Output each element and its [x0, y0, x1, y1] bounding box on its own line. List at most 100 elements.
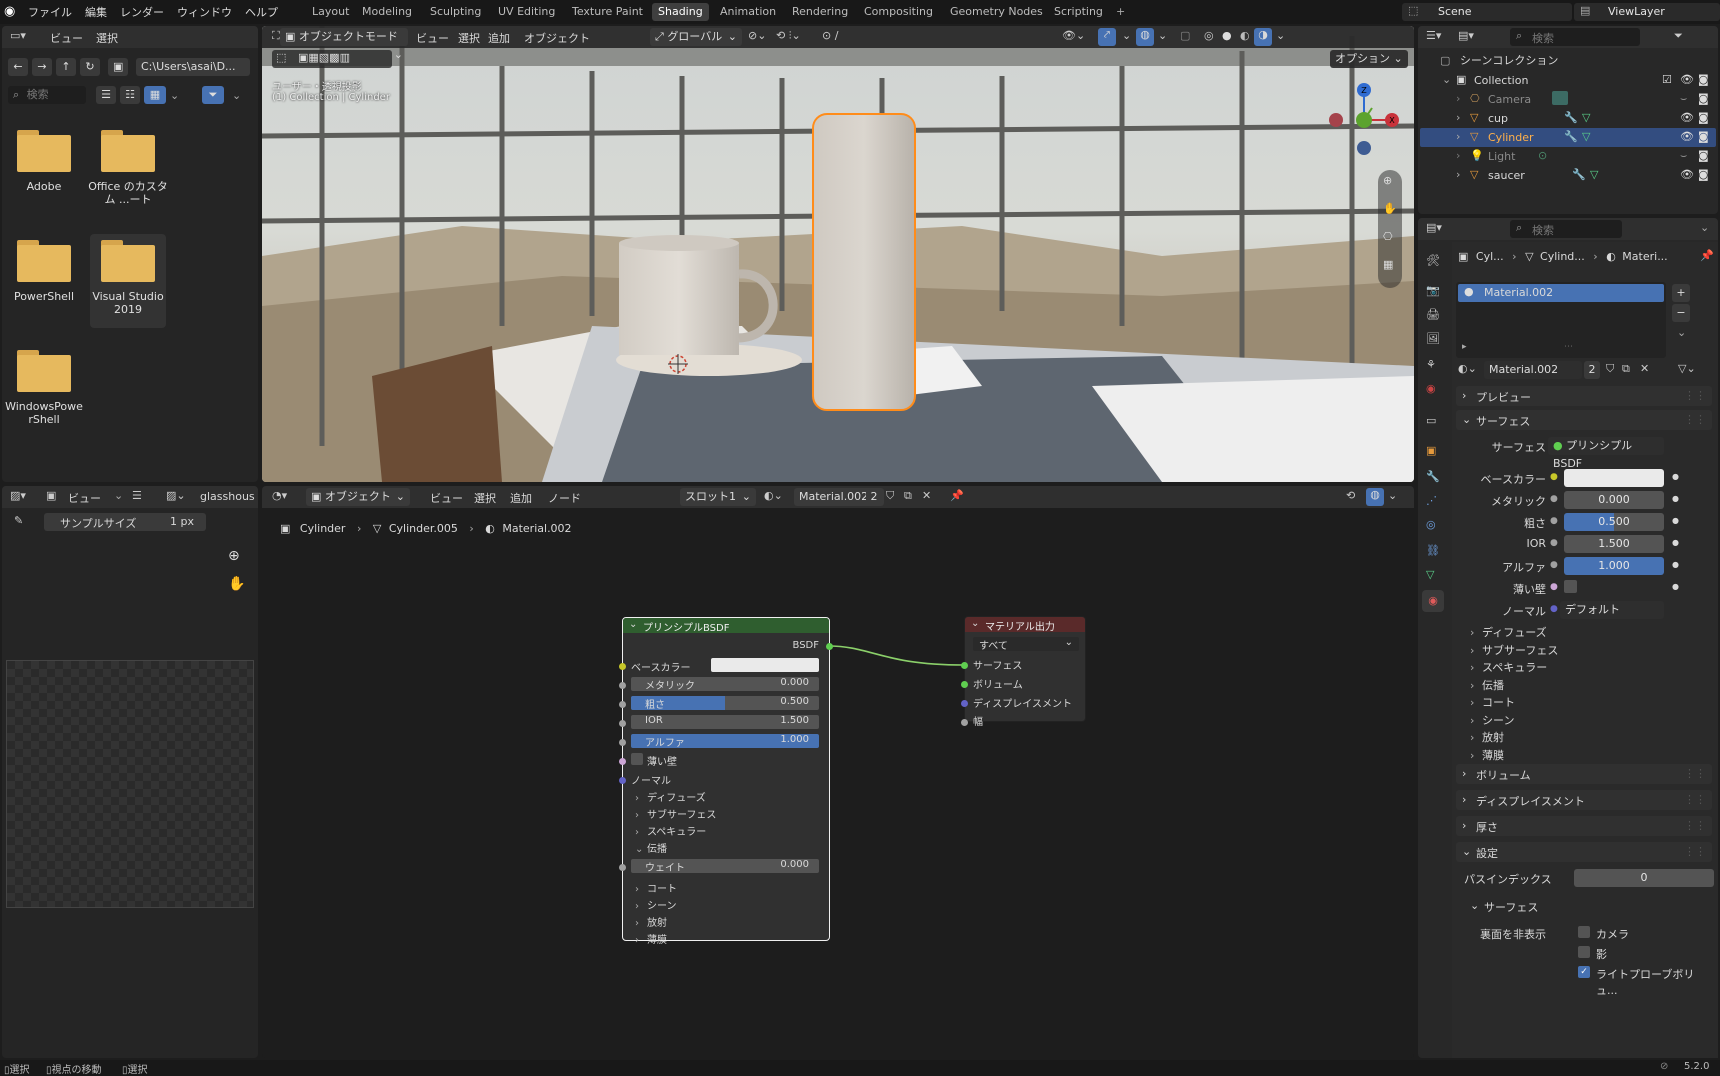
roughness-field[interactable]: 粗さ 0.500 [631, 696, 819, 710]
menu-file[interactable]: ファイル [28, 4, 72, 20]
checkbox-icon[interactable]: ☑ [1662, 73, 1672, 86]
eye-icon[interactable]: 👁 [1680, 111, 1694, 124]
menu-render[interactable]: レンダー [120, 4, 164, 20]
subpanel-diffuse[interactable]: › ディフューズ [1470, 624, 1700, 642]
mode-dropdown[interactable]: ▣ オブジェクトモード ⌄ [280, 28, 408, 61]
tab-sculpting[interactable]: Sculpting [424, 3, 487, 21]
drag-grip-icon[interactable]: ⋮⋮ [1684, 793, 1706, 806]
settings-surface-subpanel[interactable]: ⌄ サーフェス [1470, 896, 1710, 916]
base-color-socket-icon[interactable]: ● [1550, 472, 1558, 482]
filter-icon[interactable]: ⏷ [1674, 29, 1683, 43]
zoom-icon[interactable]: ⊕ [228, 548, 240, 564]
filter-icon[interactable]: ⏷ [202, 86, 224, 104]
link-type-icon[interactable]: ▽⌄ [1678, 362, 1696, 375]
tab-modeling[interactable]: Modeling [356, 3, 418, 21]
object-tab-icon[interactable]: ▣ [1426, 444, 1436, 457]
overlay-toggle-icon[interactable]: ◍ [1136, 28, 1154, 46]
keyframe-dot-icon[interactable]: ● [1672, 538, 1679, 547]
settings-panel-header[interactable]: ⌄ 設定 ⋮⋮ [1456, 842, 1712, 862]
parent-dir-icon[interactable]: ↑ [56, 58, 76, 76]
snap-icon[interactable]: ⟲ ⫶⌄ [776, 29, 801, 43]
scene-collection-row[interactable]: ▢ シーンコレクション [1440, 52, 1558, 68]
base-color-socket[interactable] [619, 663, 626, 670]
camera-render-icon[interactable]: ◙ [1698, 111, 1709, 124]
volume-panel-header[interactable]: › ボリューム ⋮⋮ [1456, 764, 1712, 784]
drag-grip-icon[interactable]: ⋮⋮ [1684, 767, 1706, 780]
visibility-icon[interactable]: 👁⌄ [1062, 29, 1085, 42]
fb-search-input[interactable]: ⌕ 検索 [8, 86, 86, 104]
camera-render-icon[interactable]: ◙ [1698, 92, 1709, 105]
eye-icon[interactable]: 👁 [1680, 73, 1694, 86]
material-browse-icon[interactable]: ◐⌄ [1458, 362, 1477, 375]
gizmo-chevron-icon[interactable]: ⌄ [1122, 29, 1131, 42]
tab-rendering[interactable]: Rendering [786, 3, 854, 21]
camera-render-icon[interactable]: ◙ [1698, 149, 1709, 162]
roughness-socket-icon[interactable]: ● [1550, 516, 1558, 526]
pan-hand-icon[interactable]: ✋ [228, 576, 245, 592]
blender-logo-icon[interactable]: ◉ [4, 4, 20, 20]
shading-chevron-icon[interactable]: ⌄ [1276, 29, 1285, 42]
base-color-swatch[interactable] [1564, 469, 1664, 487]
camera-render-icon[interactable]: ◙ [1698, 130, 1709, 143]
slot-specials-chevron-icon[interactable]: ⌄ [1677, 326, 1686, 339]
material-users-count[interactable]: 2 [1584, 361, 1600, 379]
viewport-3d[interactable]: ⛶▾ ▣ オブジェクトモード ⌄ ビュー 選択 追加 オブジェクト ⤢ グローバル… [262, 26, 1414, 482]
drag-grip-icon[interactable]: ⋮⋮ [1684, 413, 1706, 426]
outliner-item-camera[interactable]: › ⎔ Camera ⌣ ◙ [1442, 90, 1718, 109]
world-tab-icon[interactable]: ◉ [1426, 382, 1436, 395]
xray-icon[interactable]: ▢ [1180, 29, 1190, 42]
metallic-field[interactable]: 0.000 [1564, 491, 1664, 509]
properties-search-input[interactable]: ⌕ 検索 [1510, 220, 1622, 238]
image-browse-icon[interactable]: ▨⌄ [166, 489, 186, 502]
unlink-close-icon[interactable]: ✕ [1640, 362, 1649, 375]
editor-type-icon[interactable]: ▭▾ [10, 29, 26, 42]
view-mode-icon[interactable]: ▣ [46, 489, 56, 502]
weight-field[interactable]: ウェイト 0.000 [631, 859, 819, 874]
tab-scripting[interactable]: Scripting [1048, 3, 1109, 21]
transmission-panel[interactable]: ⌄ 伝播 [635, 840, 667, 855]
camera-view-icon[interactable]: ⎔ [1383, 230, 1393, 243]
folder-powershell[interactable]: PowerShell [4, 240, 84, 303]
image-name[interactable]: glasshous [200, 490, 256, 503]
scene-tab-icon[interactable]: ⚘ [1426, 358, 1436, 371]
ior-socket[interactable] [619, 720, 626, 727]
subpanel-emission[interactable]: › 放射 [1470, 729, 1700, 747]
select-new-icon[interactable]: ▣▦▧▩▥ [298, 51, 350, 64]
shading-rendered-icon[interactable]: ◑ [1254, 28, 1272, 46]
metallic-socket[interactable] [619, 682, 626, 689]
alpha-socket[interactable] [619, 739, 626, 746]
chevron-right-icon[interactable]: › [1456, 168, 1460, 181]
eye-icon[interactable]: 👁 [1680, 130, 1694, 143]
subpanel-subsurface[interactable]: › サブサーフェス [1470, 642, 1700, 660]
forward-arrow-icon[interactable]: → [32, 58, 52, 76]
node-header[interactable]: ⌄ プリンシプルBSDF [623, 618, 829, 634]
display-mode-icon[interactable]: ▤▾ [1458, 29, 1474, 42]
folder-visual-studio[interactable]: Visual Studio 2019 [90, 234, 166, 328]
keyframe-dot-icon[interactable]: ● [1672, 560, 1679, 569]
tool-tab-icon[interactable]: 🛠 [1426, 254, 1440, 267]
menu-window[interactable]: ウィンドウ [177, 4, 232, 20]
alpha-field[interactable]: 1.000 [1564, 557, 1664, 575]
outliner-item-cylinder[interactable]: › ▽ Cylinder 🔧 ▽ 👁 ◙ [1420, 128, 1716, 147]
preview-panel-header[interactable]: › プレビュー ⋮⋮ [1456, 386, 1712, 406]
node-header[interactable]: ⌄ マテリアル出力 [965, 617, 1085, 633]
fake-user-shield-icon[interactable]: ⛉ [1606, 362, 1614, 376]
material-slot-list[interactable]: ● Material.002 ▸ ⋯ [1456, 282, 1666, 358]
options-dropdown[interactable]: オプション ⌄ [1330, 50, 1408, 68]
render-tab-icon[interactable]: 📷 [1426, 284, 1440, 297]
vp-menu-view[interactable]: ビュー [416, 30, 449, 46]
volume-socket[interactable] [961, 681, 968, 688]
chevron-down-icon[interactable]: ⌄ [1442, 73, 1451, 86]
drag-grip-icon[interactable]: ⋮⋮ [1684, 845, 1706, 858]
displacement-panel-header[interactable]: › ディスプレイスメント ⋮⋮ [1456, 790, 1712, 810]
folder-office[interactable]: Office のカスタム ...ート [88, 130, 168, 206]
sample-eyedropper-icon[interactable]: ✎ [14, 514, 23, 527]
emission-panel[interactable]: › 放射 [635, 914, 667, 929]
eye-closed-icon[interactable]: ⌣ [1680, 149, 1687, 163]
bsdf-output-socket[interactable] [826, 643, 833, 650]
hamburger-icon[interactable]: ☰ [132, 489, 142, 502]
roughness-socket[interactable] [619, 701, 626, 708]
material-name-field[interactable]: Material.002 [1484, 361, 1582, 379]
eye-closed-icon[interactable]: ⌣ [1680, 92, 1687, 106]
new-folder-icon[interactable]: ▣ [108, 58, 128, 76]
